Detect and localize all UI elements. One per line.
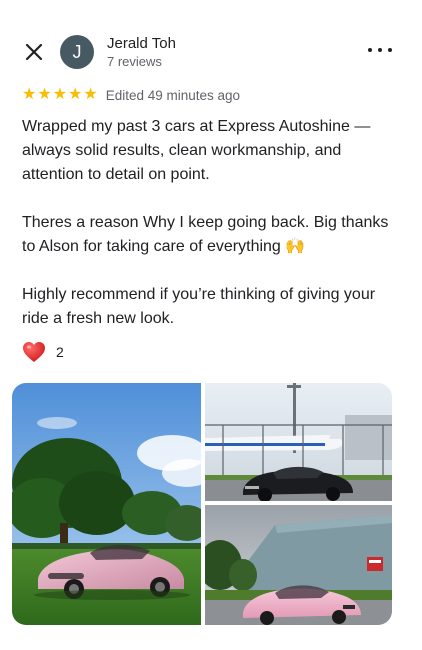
edited-timestamp: Edited 49 minutes ago bbox=[105, 87, 241, 103]
heart-icon bbox=[23, 342, 45, 362]
more-options-icon-dot bbox=[368, 48, 372, 52]
reaction-count: 2 bbox=[56, 344, 64, 360]
reviewer-review-count: 7 reviews bbox=[107, 54, 162, 69]
more-options-icon-dot bbox=[388, 48, 392, 52]
photo-image bbox=[205, 383, 392, 501]
avatar-initial: J bbox=[72, 41, 82, 62]
reviewer-name[interactable]: Jerald Toh bbox=[107, 35, 176, 52]
raising-hands-icon: 🙌 bbox=[285, 238, 306, 255]
review-paragraph: Highly recommend if you’re thinking of g… bbox=[22, 286, 376, 327]
more-options-button[interactable] bbox=[368, 40, 392, 60]
star-icon: ★ bbox=[37, 86, 52, 103]
more-options-icon-dot bbox=[378, 48, 382, 52]
star-icon: ★ bbox=[83, 86, 98, 103]
photo-pink-bmw-near-hangar[interactable] bbox=[205, 505, 392, 625]
star-icon: ★ bbox=[52, 86, 68, 103]
photo-pink-supra-on-grass[interactable] bbox=[12, 383, 201, 625]
star-icon: ★ bbox=[22, 86, 37, 103]
reaction-button[interactable]: 2 bbox=[22, 340, 64, 364]
review-paragraph-text: Theres a reason Why I keep going back. B… bbox=[22, 214, 389, 255]
photo-black-car-at-airfield[interactable] bbox=[205, 383, 392, 501]
review-paragraph: Wrapped my past 3 cars at Express Autosh… bbox=[22, 118, 371, 183]
review-paragraph: Theres a reason Why I keep going back. B… bbox=[22, 211, 402, 259]
star-rating: ★ ★ ★ ★ ★ bbox=[22, 87, 98, 103]
close-button[interactable] bbox=[22, 40, 46, 64]
close-icon bbox=[25, 43, 43, 61]
rating-row: ★ ★ ★ ★ ★ Edited 49 minutes ago bbox=[22, 86, 240, 104]
photo-image bbox=[12, 383, 201, 625]
review-body: Wrapped my past 3 cars at Express Autosh… bbox=[22, 115, 402, 355]
avatar[interactable]: J bbox=[60, 35, 94, 69]
star-icon: ★ bbox=[68, 86, 83, 103]
photo-image bbox=[205, 505, 392, 625]
